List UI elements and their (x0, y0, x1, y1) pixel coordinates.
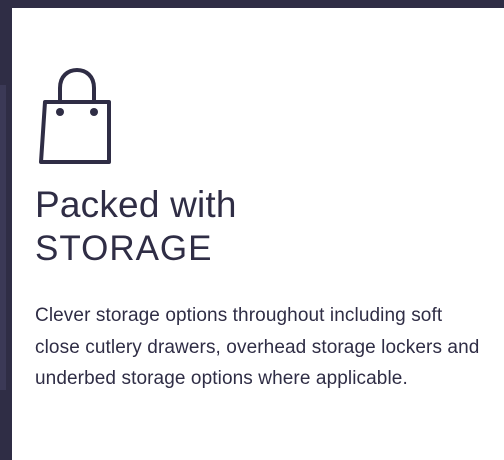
shopping-bag-icon (35, 67, 119, 164)
feature-description: Clever storage options throughout includ… (35, 305, 480, 389)
feature-card-frame: Packed with STORAGE Clever storage optio… (0, 0, 504, 460)
left-border-accent (0, 85, 6, 390)
feature-title-strong: STORAGE (35, 229, 213, 268)
feature-title-light: Packed with (35, 184, 237, 225)
